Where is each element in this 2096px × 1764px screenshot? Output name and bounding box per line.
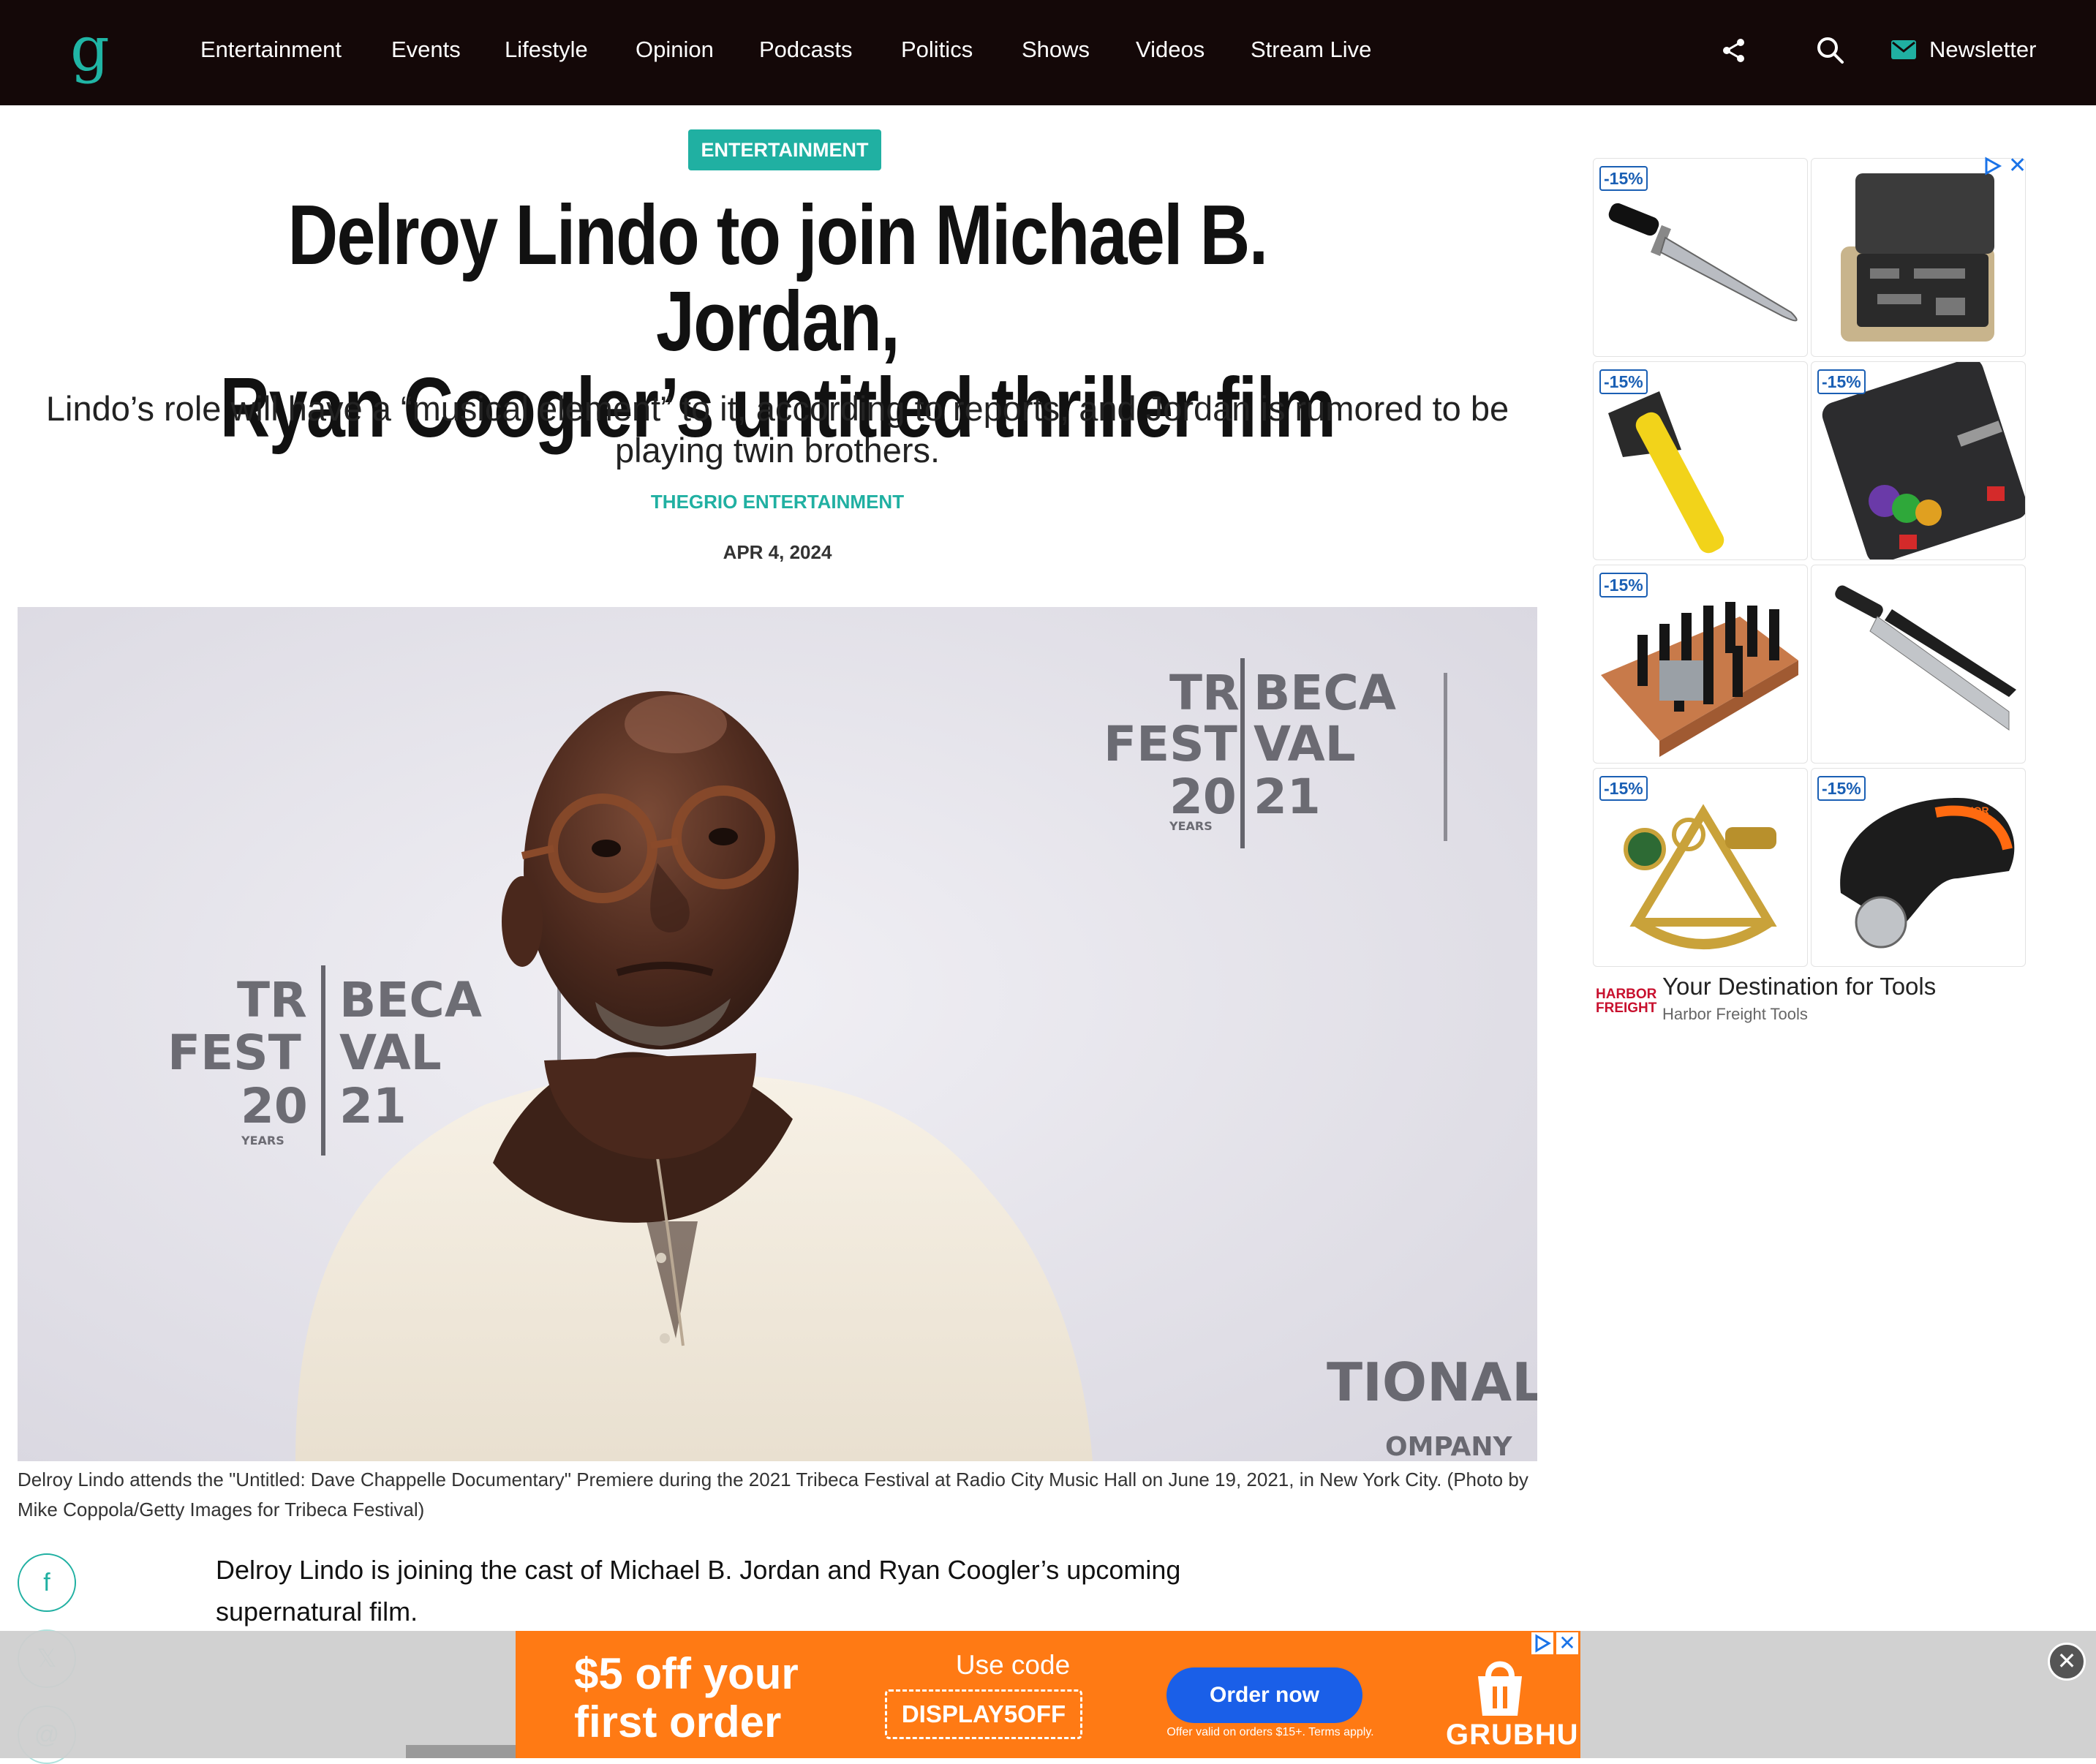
backdrop-text: BECA	[1254, 665, 1396, 721]
article-subheadline: Lindo’s role will have a “musical elemen…	[45, 389, 1509, 470]
ad-advertiser[interactable]: Harbor Freight Tools	[1662, 1005, 1808, 1024]
nav-item-politics[interactable]: Politics	[901, 34, 973, 66]
discount-badge: -15%	[1599, 369, 1648, 394]
promo-code: DISPLAY5OFF	[885, 1689, 1082, 1739]
ad-product-tile[interactable]: WARRIOR -15%	[1811, 768, 2026, 967]
category-badge[interactable]: ENTERTAINMENT	[688, 129, 881, 170]
grubhub-banner-ad[interactable]: $5 off your first order Use code DISPLAY…	[516, 1631, 1580, 1758]
nav-item-videos[interactable]: Videos	[1136, 34, 1205, 66]
backdrop-text: 21	[339, 1078, 407, 1134]
backdrop-text: BECA	[339, 972, 482, 1028]
nav-item-stream-live[interactable]: Stream Live	[1251, 34, 1371, 66]
promo-line-2: first order	[574, 1697, 782, 1746]
backdrop-text: VAL	[339, 1025, 442, 1081]
nav-item-events[interactable]: Events	[391, 34, 461, 66]
backdrop-text: YEARS	[241, 1134, 284, 1147]
article-paragraph: Delroy Lindo is joining the cast of Mich…	[216, 1555, 1181, 1627]
nav-item-shows[interactable]: Shows	[1022, 34, 1090, 66]
top-navigation: g Entertainment Events Lifestyle Opinion…	[0, 0, 2096, 105]
machete-icon	[1835, 585, 2016, 731]
ad-product-tile[interactable]: -15%	[1593, 158, 1808, 357]
harbor-freight-logo[interactable]: HARBOR FREIGHT	[1596, 987, 1656, 1015]
fine-print: Offer valid on orders $15+. Terms apply.	[1166, 1726, 1374, 1738]
facebook-share-icon[interactable]: f	[18, 1553, 76, 1612]
backdrop-text: FEST	[1104, 716, 1237, 772]
photo-caption: Delroy Lindo attends the "Untitled: Dave…	[18, 1469, 1528, 1520]
backdrop-text: 20	[241, 1078, 308, 1134]
backdrop-text: TR	[1169, 665, 1240, 721]
promo-headline: $5 off your first order	[574, 1650, 799, 1746]
site-logo[interactable]: g	[70, 16, 110, 82]
discount-badge: -15%	[1599, 573, 1648, 598]
ad-close-button[interactable]: ✕	[2008, 155, 2027, 177]
grubhub-bag-icon	[1478, 1661, 1522, 1716]
hero-photo: TR BECA FEST VAL 20 21 YEARS TR BECA FES…	[18, 607, 1537, 1461]
discount-badge: -15%	[1599, 166, 1648, 191]
tool-case-icon	[1841, 173, 1994, 342]
search-icon[interactable]	[1817, 37, 1844, 64]
nav-item-entertainment[interactable]: Entertainment	[200, 34, 342, 66]
order-now-button[interactable]: Order now	[1166, 1667, 1362, 1723]
use-code-label: Use code	[955, 1650, 1071, 1680]
grubhub-logo: GRUBHUB	[1446, 1719, 1580, 1751]
backdrop-text: FEST	[167, 1025, 301, 1081]
ad-close-button[interactable]: ✕	[1556, 1632, 1578, 1654]
ad-product-tile[interactable]	[1811, 565, 2026, 764]
headline-line-1: Delroy Lindo to join Michael B. Jordan,	[287, 187, 1268, 369]
backdrop-text: VAL	[1254, 716, 1356, 772]
sticky-ad-dismiss-button[interactable]: ✕	[2048, 1643, 2086, 1681]
nav-item-lifestyle[interactable]: Lifestyle	[505, 34, 588, 66]
publish-date: APR 4, 2024	[723, 541, 832, 563]
discount-badge: -15%	[1599, 776, 1648, 801]
delroy-lindo-photo: TR BECA FEST VAL 20 21 YEARS TR BECA FES…	[18, 607, 1537, 1461]
newsletter-link[interactable]: Newsletter	[1929, 34, 2036, 66]
promo-line-1: $5 off your	[574, 1649, 799, 1698]
backdrop-text: 21	[1254, 769, 1321, 825]
adchoices-icon[interactable]	[1531, 1632, 1553, 1654]
ad-product-tile[interactable]: -15%	[1593, 768, 1808, 967]
ad-headline[interactable]: Your Destination for Tools	[1662, 973, 1936, 1000]
ad-product-tile[interactable]: -15%	[1593, 565, 1808, 764]
product-brand-text: WARRIOR	[1939, 804, 1989, 816]
ad-product-tile[interactable]: -15%	[1811, 361, 2026, 560]
ad-product-tile[interactable]: -15%	[1593, 361, 1808, 560]
discount-badge: -15%	[1817, 369, 1866, 394]
backdrop-text: YEARS	[1169, 819, 1213, 833]
content-overlay-strip	[406, 1745, 516, 1758]
adchoices-icon[interactable]	[1983, 157, 2004, 176]
backdrop-text: TR	[237, 972, 307, 1028]
discount-badge: -15%	[1817, 776, 1866, 801]
mail-icon[interactable]	[1891, 40, 1916, 59]
ad-product-tile[interactable]	[1811, 158, 2026, 357]
author-byline[interactable]: THEGRIO ENTERTAINMENT	[412, 491, 1143, 513]
nav-item-opinion[interactable]: Opinion	[636, 34, 714, 66]
share-icon[interactable]	[1722, 38, 1746, 63]
sidebar-ad[interactable]: -15% -15% -15% -15% -15% WARRIOR -15%	[1593, 158, 2027, 1028]
backdrop-text: TIONAL	[1327, 1352, 1537, 1413]
backdrop-text: OMPANY	[1385, 1432, 1512, 1461]
nav-item-podcasts[interactable]: Podcasts	[759, 34, 853, 66]
backdrop-text: 20	[1169, 769, 1237, 825]
